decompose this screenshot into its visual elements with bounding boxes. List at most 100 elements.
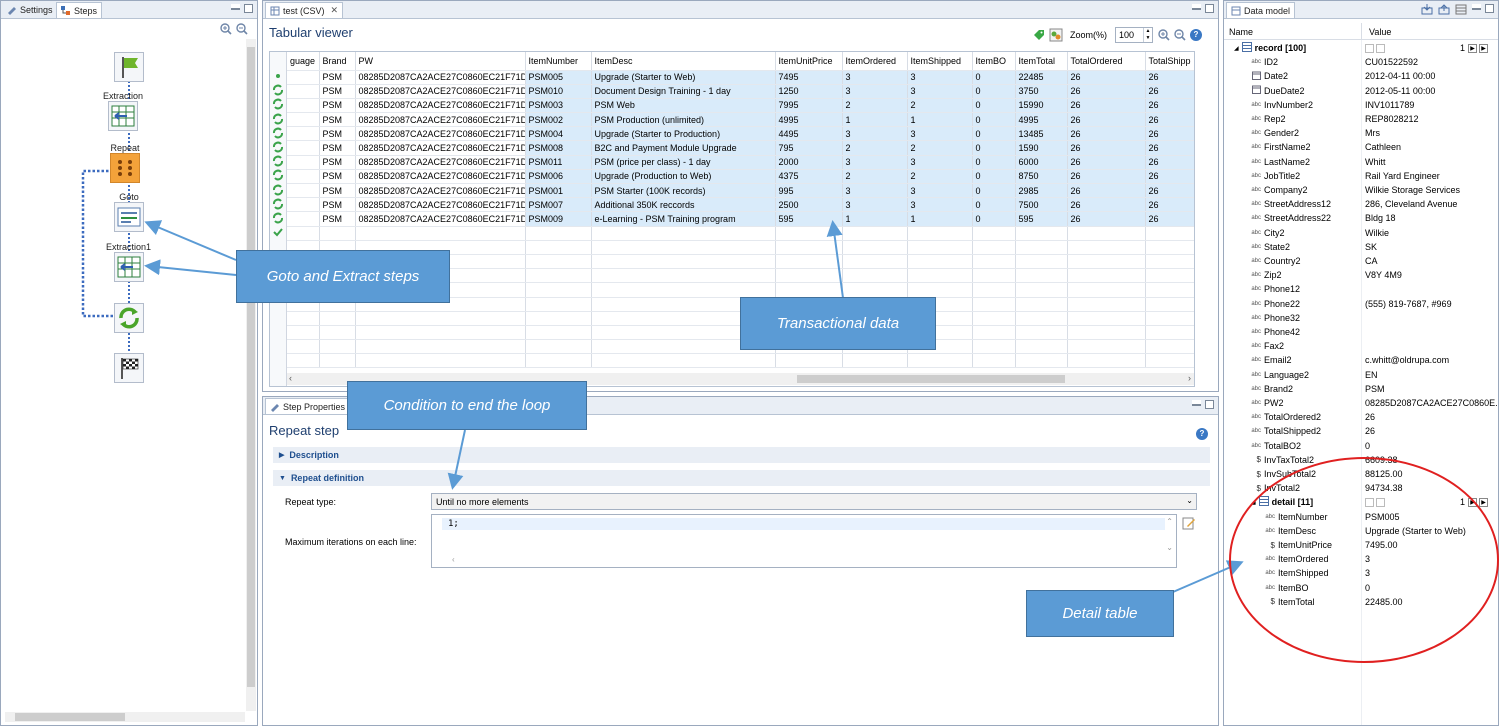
table-row[interactable]: PSM 08285D2087CA2ACE27C0860EC21F71D0 PSM00… [287,98,1194,114]
table-cell[interactable]: 08285D2087CA2ACE27C0860EC21F71D0 [355,155,526,170]
tree-field-row[interactable]: $ ItemUnitPrice 7495.00 [1224,538,1498,552]
table-cell[interactable]: 3 [842,155,908,170]
table-cell[interactable]: 26 [1145,211,1194,227]
help-icon[interactable]: ? [1190,29,1202,41]
table-cell[interactable]: 26 [1145,84,1194,99]
table-cell[interactable]: PSM Production (unlimited) [591,112,776,128]
table-cell[interactable]: 7495 [775,70,843,85]
table-cell[interactable]: 2500 [775,197,843,213]
step-repeat[interactable]: Repeat [110,142,140,183]
table-cell[interactable]: 2 [907,98,973,114]
table-row[interactable]: PSM 08285D2087CA2ACE27C0860EC21F71D0 PSM00… [287,112,1194,128]
step-loop-end[interactable] [114,303,144,333]
table-cell[interactable]: 26 [1145,169,1194,185]
table-cell[interactable]: 13485 [1015,126,1068,142]
table-cell[interactable]: 26 [1145,140,1194,156]
table-cell[interactable]: PSM [319,140,356,156]
tree-field-row[interactable]: Date2 2012-04-11 00:00 [1224,69,1498,83]
maximize-icon[interactable] [1205,4,1214,13]
table-cell[interactable] [287,155,320,170]
column-header[interactable]: PW [355,52,526,71]
zoom-out-icon[interactable] [1174,29,1186,43]
table-cell[interactable]: 2 [842,98,908,114]
table-cell[interactable] [287,112,320,128]
repeat-type-select[interactable]: Until no more elements ⌄ [431,493,1197,510]
tree-field-row[interactable]: abc ItemDesc Upgrade (Starter to Web) [1224,524,1498,538]
table-cell[interactable]: PSM [319,70,356,85]
tree-field-row[interactable]: abc Zip2 V8Y 4M9 [1224,268,1498,282]
table-view-icon[interactable] [1455,4,1467,17]
table-cell[interactable]: 0 [972,169,1016,185]
table-cell[interactable]: 4375 [775,169,843,185]
table-cell[interactable] [287,169,320,185]
tree-field-row[interactable]: abc StreetAddress22 Bldg 18 [1224,211,1498,225]
tree-field-row[interactable]: abc City2 Wilkie [1224,226,1498,240]
tag-icon[interactable] [1033,29,1045,43]
table-cell[interactable]: 3 [907,183,973,199]
tab-test-csv[interactable]: test (CSV) ✕ [265,2,344,18]
repeat-definition-section[interactable]: ▼ Repeat definition [273,470,1210,486]
editor-scroll-down[interactable]: ⌄ [1166,543,1173,552]
table-cell[interactable]: 26 [1067,197,1146,213]
help-icon[interactable]: ? [1196,428,1208,440]
tree-field-row[interactable]: abc TotalOrdered2 26 [1224,410,1498,424]
edit-script-icon[interactable] [1182,516,1196,532]
table-cell[interactable]: Upgrade (Production to Web) [591,169,776,185]
table-cell[interactable]: 7500 [1015,197,1068,213]
tab-settings[interactable]: Settings [3,2,57,18]
table-cell[interactable]: 7995 [775,98,843,114]
import-icon[interactable] [1421,4,1433,17]
table-cell[interactable]: PSM [319,112,356,128]
table-cell[interactable]: Document Design Training - 1 day [591,84,776,99]
tree-field-row[interactable]: abc Phone12 [1224,282,1498,296]
table-cell[interactable] [287,140,320,156]
table-cell[interactable]: 15990 [1015,98,1068,114]
table-cell[interactable]: 26 [1145,70,1194,85]
column-header[interactable]: guage [287,52,320,71]
table-cell[interactable]: 08285D2087CA2ACE27C0860EC21F71D0 [355,112,526,128]
tree-field-row[interactable]: abc ItemNumber PSM005 [1224,510,1498,524]
steps-hscrollbar[interactable] [5,712,245,722]
table-cell[interactable]: PSM [319,183,356,199]
tree-field-row[interactable]: abc TotalShipped2 26 [1224,424,1498,438]
table-cell[interactable]: 26 [1067,84,1146,99]
table-cell[interactable]: PSM003 [525,98,592,114]
table-cell[interactable]: 26 [1145,183,1194,199]
tree-group-row[interactable]: ◢ record [100] 1 ▶ ▶ [1224,41,1498,55]
table-row[interactable]: PSM 08285D2087CA2ACE27C0860EC21F71D0 PSM00… [287,197,1194,213]
table-cell[interactable]: PSM005 [525,70,592,85]
tree-field-row[interactable]: $ InvTaxTotal2 6609.38 [1224,453,1498,467]
editor-scroll-left[interactable]: ‹ [452,555,455,564]
table-cell[interactable]: PSM010 [525,84,592,99]
table-cell[interactable]: 2 [907,169,973,185]
table-cell[interactable]: 2 [842,140,908,156]
max-iterations-editor[interactable]: 1; ‹ ⌃ ⌄ [431,514,1177,568]
table-cell[interactable]: PSM009 [525,211,592,227]
table-cell[interactable]: 3 [907,70,973,85]
table-cell[interactable]: 08285D2087CA2ACE27C0860EC21F71D0 [355,98,526,114]
tree-field-row[interactable]: abc State2 SK [1224,240,1498,254]
tree-field-row[interactable]: DueDate2 2012-05-11 00:00 [1224,84,1498,98]
table-cell[interactable]: 1 [907,211,973,227]
tree-field-row[interactable]: abc ItemShipped 3 [1224,566,1498,580]
table-cell[interactable]: PSM Starter (100K records) [591,183,776,199]
table-cell[interactable]: 0 [972,126,1016,142]
column-header[interactable]: ItemShipped [907,52,973,71]
tree-field-row[interactable]: abc Language2 EN [1224,368,1498,382]
table-cell[interactable]: 08285D2087CA2ACE27C0860EC21F71D0 [355,84,526,99]
table-cell[interactable] [287,126,320,142]
table-cell[interactable]: 0 [972,211,1016,227]
step-extraction1[interactable]: Extraction1 [106,241,151,282]
table-cell[interactable]: 26 [1145,155,1194,170]
tree-field-row[interactable]: abc FirstName2 Cathleen [1224,140,1498,154]
close-tab-icon[interactable]: ✕ [331,5,339,16]
table-cell[interactable]: 26 [1067,70,1146,85]
table-cell[interactable]: 26 [1145,126,1194,142]
table-cell[interactable]: PSM008 [525,140,592,156]
table-row[interactable]: PSM 08285D2087CA2ACE27C0860EC21F71D0 PSM00… [287,140,1194,156]
export-icon[interactable] [1438,4,1450,17]
table-cell[interactable]: 26 [1145,197,1194,213]
table-cell[interactable]: 3 [842,183,908,199]
tree-field-row[interactable]: abc StreetAddress12 286, Cleveland Avenue [1224,197,1498,211]
tree-field-row[interactable]: $ InvTotal2 94734.38 [1224,481,1498,495]
